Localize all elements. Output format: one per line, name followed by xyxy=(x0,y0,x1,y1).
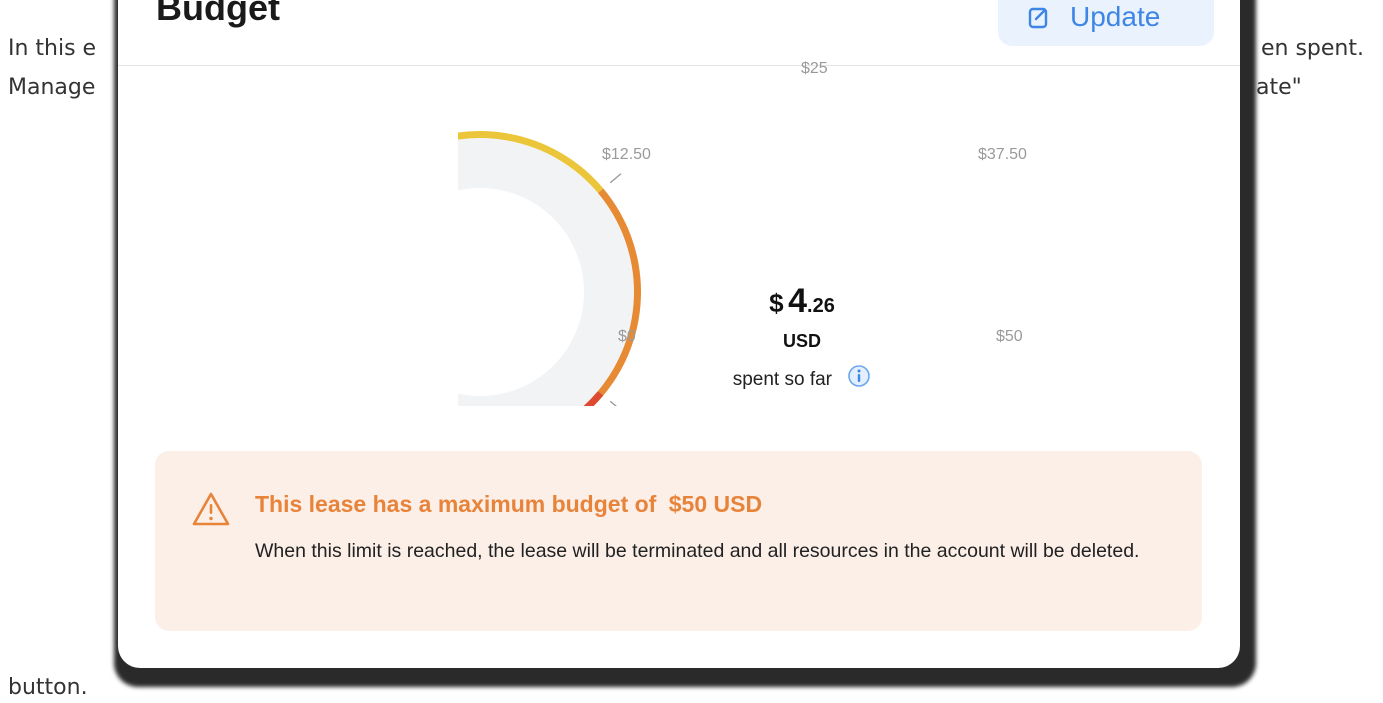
budget-gauge: $0 $12.50 $25 $37.50 $50 $ 4.26 USD spen… xyxy=(458,60,1027,406)
update-button[interactable]: Update xyxy=(998,0,1214,46)
card-title: Budget xyxy=(156,0,280,28)
doc-text-line-2: Manage xyxy=(8,75,96,100)
tick-label-25: $25 xyxy=(801,60,828,77)
header-divider xyxy=(118,65,1240,66)
spent-caption: spent so far xyxy=(686,364,918,394)
tick-label-0: $0 xyxy=(618,328,636,345)
spent-caption-text: spent so far xyxy=(732,369,832,390)
alert-title-text: This lease has a maximum budget of xyxy=(255,491,657,517)
spent-amount: $ 4.26 xyxy=(696,282,908,321)
gauge-track xyxy=(458,138,634,406)
amount-cents: .26 xyxy=(807,295,835,317)
warning-icon xyxy=(191,491,231,532)
edit-icon xyxy=(1028,5,1050,29)
doc-text-line-1-end: en spent. xyxy=(1261,36,1364,61)
tick-label-37-50: $37.50 xyxy=(978,146,1027,163)
gauge-graphic xyxy=(458,131,641,406)
alert-title: This lease has a maximum budget of $50 U… xyxy=(255,491,762,518)
doc-text-line-2-end: ate" xyxy=(1256,75,1302,100)
budget-alert: This lease has a maximum budget of $50 U… xyxy=(155,451,1202,631)
gauge-tick-3 xyxy=(609,400,617,406)
alert-body: When this limit is reached, the lease wi… xyxy=(255,540,1140,562)
amount-whole: 4 xyxy=(788,282,808,320)
amount-currency-symbol: $ xyxy=(769,288,784,318)
tick-label-12-50: $12.50 xyxy=(602,146,651,163)
doc-text-line-3: button. xyxy=(8,675,88,700)
amount-currency: USD xyxy=(782,331,821,351)
info-icon[interactable] xyxy=(847,364,871,394)
doc-text-line-1: In this e xyxy=(8,36,97,61)
update-button-label: Update xyxy=(1070,1,1161,32)
tick-label-50: $50 xyxy=(996,328,1023,345)
alert-title-amount: $50 USD xyxy=(668,491,763,517)
gauge-tick-2 xyxy=(609,173,622,184)
budget-card: Budget Update $0 $12.50 $25 $37.50 $50 $… xyxy=(118,0,1240,668)
